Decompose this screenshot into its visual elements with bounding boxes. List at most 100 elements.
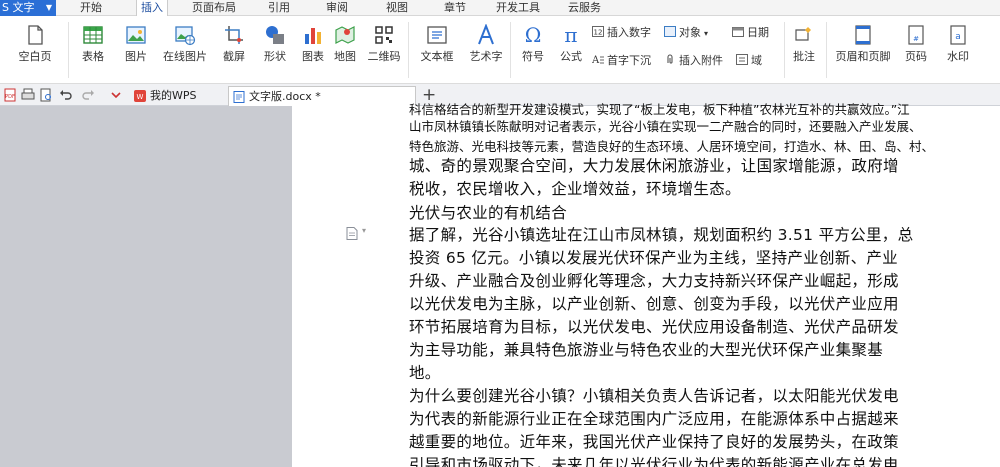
chevron-down-icon: ▾ <box>704 29 709 38</box>
dropdown-arrow-icon[interactable] <box>109 88 123 102</box>
object-icon <box>664 26 676 37</box>
chart-label: 图表 <box>302 50 324 63</box>
body-line: 地。 <box>409 364 441 382</box>
tab-chapter[interactable]: 章节 <box>444 0 466 16</box>
ribbon-separator <box>784 22 785 78</box>
tab-review[interactable]: 审阅 <box>326 0 348 16</box>
print-preview-icon[interactable] <box>39 88 53 102</box>
body-line: 以光伏发电为主脉，以产业创新、创意、创变为手段，以光伏产业应用 <box>409 295 899 313</box>
field-button[interactable]: 域 <box>736 54 762 68</box>
shape-icon <box>266 26 284 44</box>
formula-label: 公式 <box>560 50 582 63</box>
textbox-button[interactable]: 文本框 <box>414 24 460 64</box>
paragraph-layout-icon[interactable] <box>346 227 358 240</box>
tab-home[interactable]: 开始 <box>80 0 102 16</box>
page-number-icon: # <box>908 25 924 45</box>
watermark-button[interactable]: a 水印 <box>938 24 978 64</box>
tab-view[interactable]: 视图 <box>386 0 408 16</box>
wps-writer-window: S 文字 ▼ 开始 插入 页面布局 引用 审阅 视图 章节 开发工具 云服务 空… <box>0 0 1000 467</box>
print-icon[interactable] <box>21 88 35 102</box>
tab-my-wps[interactable]: W 我的WPS <box>130 86 226 106</box>
page-number-label: 页码 <box>905 50 927 63</box>
wordart-button[interactable]: 艺术字 <box>466 24 506 64</box>
tab-cloud[interactable]: 云服务 <box>568 0 601 16</box>
pdf-export-icon[interactable]: PDF <box>3 88 17 102</box>
wps-logo-icon: W <box>134 90 146 102</box>
canvas-margin <box>0 106 292 467</box>
calendar-icon <box>732 27 744 37</box>
drop-cap-button[interactable]: A 首字下沉 <box>592 54 651 68</box>
page-number-button[interactable]: # 页码 <box>898 24 934 64</box>
picture-button[interactable]: 图片 <box>116 24 156 64</box>
field-label: 域 <box>751 54 762 67</box>
blank-page-label: 空白页 <box>18 50 52 63</box>
qrcode-button[interactable]: 二维码 <box>364 24 404 64</box>
shape-label: 形状 <box>264 50 286 63</box>
online-picture-button[interactable]: 在线图片 <box>160 24 210 64</box>
insert-number-label: 插入数字 <box>607 26 651 39</box>
screenshot-button[interactable]: 截屏 <box>214 24 254 64</box>
date-button[interactable]: 日期 <box>732 26 769 40</box>
svg-text:12: 12 <box>594 29 603 37</box>
body-line: 特色旅游、光电科技等元素，营造良好的生态环境、人居环境空间，打造水、林、田、岛、… <box>409 139 935 154</box>
comment-icon <box>795 27 811 41</box>
chart-button[interactable]: 图表 <box>298 24 328 64</box>
redo-icon[interactable] <box>81 88 95 102</box>
picture-icon <box>126 26 146 44</box>
body-line: 越重要的地位。近年来，我国光伏产业保持了良好的发展势头，在政策 <box>409 433 899 451</box>
document-icon <box>233 91 245 103</box>
body-line: 投资 65 亿元。小镇以发展光伏环保产业为主线，坚持产业创新、产业 <box>409 249 898 267</box>
tab-document[interactable]: 文字版.docx * <box>228 86 416 106</box>
watermark-label: 水印 <box>947 50 969 63</box>
tab-insert[interactable]: 插入 <box>136 0 168 16</box>
ribbon-toolbar: 空白页 表格 图片 在线图片 截屏 形状 图表 地图 二维码 文本框 艺术字 Ω… <box>0 16 1000 84</box>
tab-page-layout[interactable]: 页面布局 <box>192 0 236 16</box>
body-line: 山市凤林镇镇长陈献明对记者表示，光谷小镇在实现一二产融合的同时，还要融入产业发展… <box>409 119 922 134</box>
table-label: 表格 <box>82 50 104 63</box>
comment-button[interactable]: 批注 <box>788 24 820 64</box>
omega-symbol-icon: Ω <box>525 24 542 46</box>
pi-formula-icon: π <box>564 24 577 46</box>
symbol-button[interactable]: Ω 符号 <box>514 24 552 64</box>
body-line: 升级、产业融合及创业孵化等理念，大力支持新兴环保产业崛起，形成 <box>409 272 899 290</box>
tab-references[interactable]: 引用 <box>268 0 290 16</box>
map-button[interactable]: 地图 <box>330 24 360 64</box>
tab-developer[interactable]: 开发工具 <box>496 0 540 16</box>
header-footer-button[interactable]: 页眉和页脚 <box>832 24 894 64</box>
body-line: 为主导功能，兼具特色旅游业与特色农业的大型光伏环保产业集聚基 <box>409 341 884 359</box>
map-label: 地图 <box>334 50 356 63</box>
svg-text:a: a <box>955 32 961 42</box>
watermark-icon: a <box>950 25 966 45</box>
drop-cap-icon: A <box>592 55 604 65</box>
body-line: 为什么要创建光谷小镇？小镇相关负责人告诉记者，以太阳能光伏发电 <box>409 387 899 405</box>
app-menu-button[interactable]: S 文字 ▼ <box>0 0 56 16</box>
qrcode-icon <box>375 26 393 44</box>
table-button[interactable]: 表格 <box>74 24 112 64</box>
ribbon-separator <box>826 22 827 78</box>
textbox-label: 文本框 <box>420 50 454 63</box>
wordart-label: 艺术字 <box>469 50 503 63</box>
shape-button[interactable]: 形状 <box>256 24 294 64</box>
online-picture-icon <box>175 26 196 46</box>
chevron-down-icon[interactable]: ▾ <box>362 226 366 235</box>
insert-number-button[interactable]: 12 插入数字 <box>592 26 651 40</box>
picture-label: 图片 <box>125 50 147 63</box>
blank-page-button[interactable]: 空白页 <box>12 24 58 64</box>
svg-text:Ω: Ω <box>525 24 542 46</box>
number-icon: 12 <box>592 26 604 37</box>
undo-icon[interactable] <box>59 88 73 102</box>
insert-attachment-label: 插入附件 <box>679 54 723 67</box>
drop-cap-label: 首字下沉 <box>607 54 651 67</box>
object-button[interactable]: 对象 ▾ <box>664 26 708 40</box>
formula-button[interactable]: π 公式 <box>556 24 586 64</box>
ribbon-separator <box>408 22 409 78</box>
symbol-label: 符号 <box>522 50 544 63</box>
svg-text:W: W <box>137 93 144 101</box>
chevron-down-icon: ▼ <box>45 3 52 12</box>
header-footer-label: 页眉和页脚 <box>835 50 891 63</box>
map-pin-icon <box>335 26 355 44</box>
menu-bar: S 文字 ▼ 开始 插入 页面布局 引用 审阅 视图 章节 开发工具 云服务 <box>0 0 1000 16</box>
section-heading: 光伏与农业的有机结合 <box>409 204 568 222</box>
insert-attachment-button[interactable]: 插入附件 <box>664 54 723 68</box>
date-label: 日期 <box>747 26 769 39</box>
